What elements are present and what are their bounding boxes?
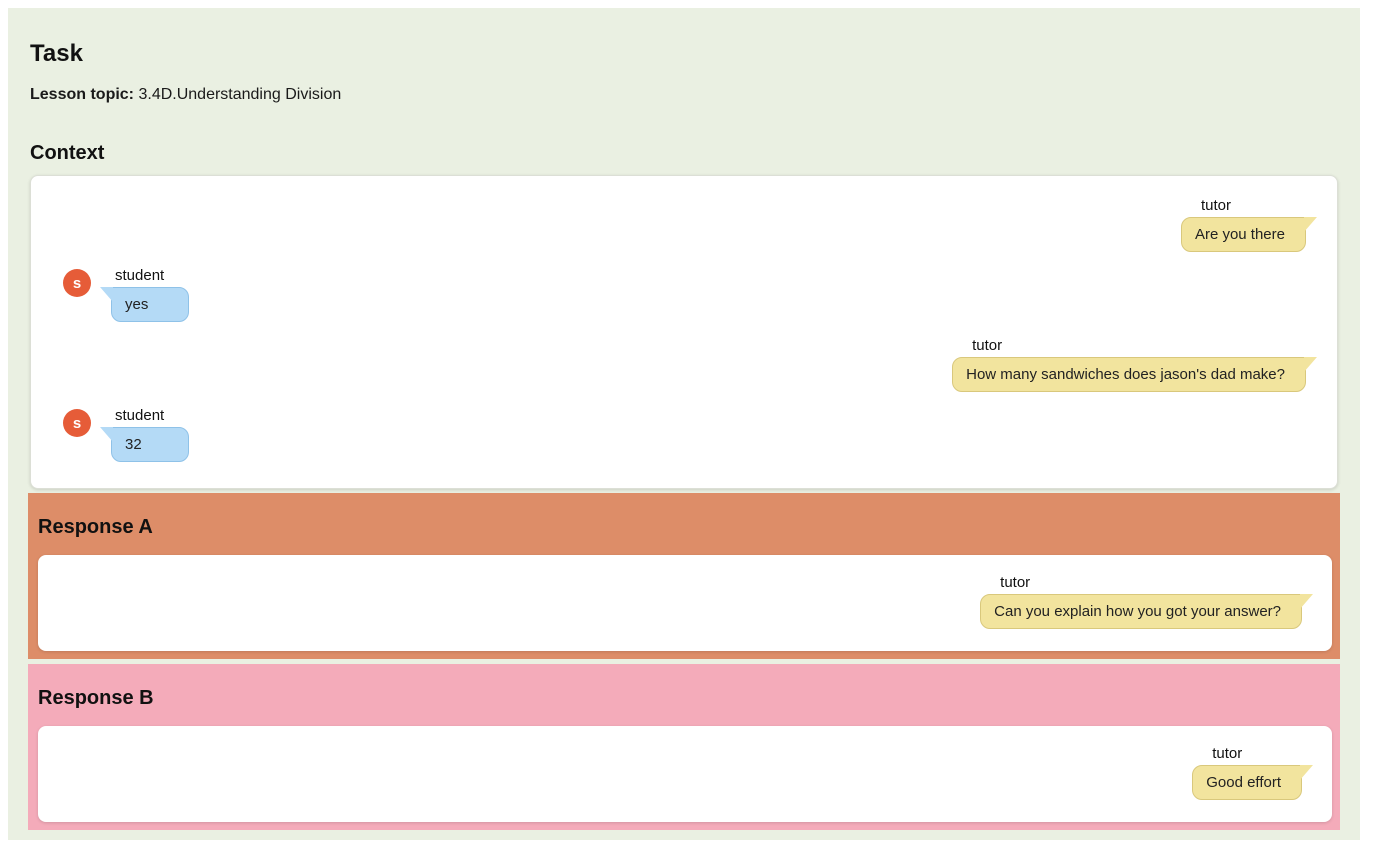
response-b-chat: tutor Good effort xyxy=(60,744,1315,800)
response-b-section: Response B tutor Good effort xyxy=(28,664,1340,830)
student-avatar: s xyxy=(63,269,91,297)
response-a-heading: Response A xyxy=(38,516,153,538)
chat-message-student: s student yes xyxy=(63,266,1319,322)
role-label: student xyxy=(115,267,165,284)
student-bubble: 32 xyxy=(100,427,189,462)
chat-message-tutor: tutor Good effort xyxy=(60,744,1315,800)
role-label: tutor xyxy=(1200,197,1231,214)
tutor-bubble: How many sandwiches does jason's dad mak… xyxy=(952,357,1317,392)
response-a-section: Response A tutor Can you explain how you … xyxy=(28,493,1340,659)
message-group: student 32 xyxy=(100,406,189,462)
role-label: tutor xyxy=(1000,574,1031,591)
message-group: tutor How many sandwiches does jason's da… xyxy=(952,336,1317,392)
context-card: tutor Are you there s student yes tutor How ma… xyxy=(30,175,1338,489)
chat-message-tutor: tutor Can you explain how you got your an… xyxy=(60,573,1315,629)
lesson-topic-label: Lesson topic: xyxy=(30,86,135,103)
response-a-card: tutor Can you explain how you got your an… xyxy=(38,555,1332,651)
lesson-topic-value: 3.4D.Understanding Division xyxy=(138,86,342,103)
chat-message-tutor: tutor How many sandwiches does jason's da… xyxy=(63,336,1319,392)
chat-message-student: s student 32 xyxy=(63,406,1319,462)
role-label: tutor xyxy=(1212,745,1243,762)
context-heading: Context xyxy=(30,142,105,164)
student-avatar: s xyxy=(63,409,91,437)
message-group: tutor Good effort xyxy=(1192,744,1313,800)
message-group: tutor Are you there xyxy=(1180,196,1318,252)
context-chat: tutor Are you there s student yes tutor How ma… xyxy=(63,196,1319,462)
message-group: student yes xyxy=(100,266,189,322)
lesson-topic: Lesson topic: 3.4D.Understanding Divisio… xyxy=(30,86,1340,104)
chat-message-tutor: tutor Are you there xyxy=(63,196,1319,252)
tutor-bubble: Can you explain how you got your answer? xyxy=(980,594,1313,629)
role-label: student xyxy=(115,407,165,424)
task-panel: Task Lesson topic: 3.4D.Understanding Di… xyxy=(8,8,1360,840)
student-bubble: yes xyxy=(100,287,189,322)
message-group: tutor Can you explain how you got your an… xyxy=(980,573,1313,629)
response-b-heading: Response B xyxy=(38,687,154,709)
tutor-bubble: Good effort xyxy=(1192,765,1313,800)
response-b-card: tutor Good effort xyxy=(38,726,1332,822)
tutor-bubble: Are you there xyxy=(1180,217,1318,252)
response-a-chat: tutor Can you explain how you got your an… xyxy=(60,573,1315,629)
role-label: tutor xyxy=(972,337,1003,354)
page-title: Task xyxy=(30,40,83,67)
